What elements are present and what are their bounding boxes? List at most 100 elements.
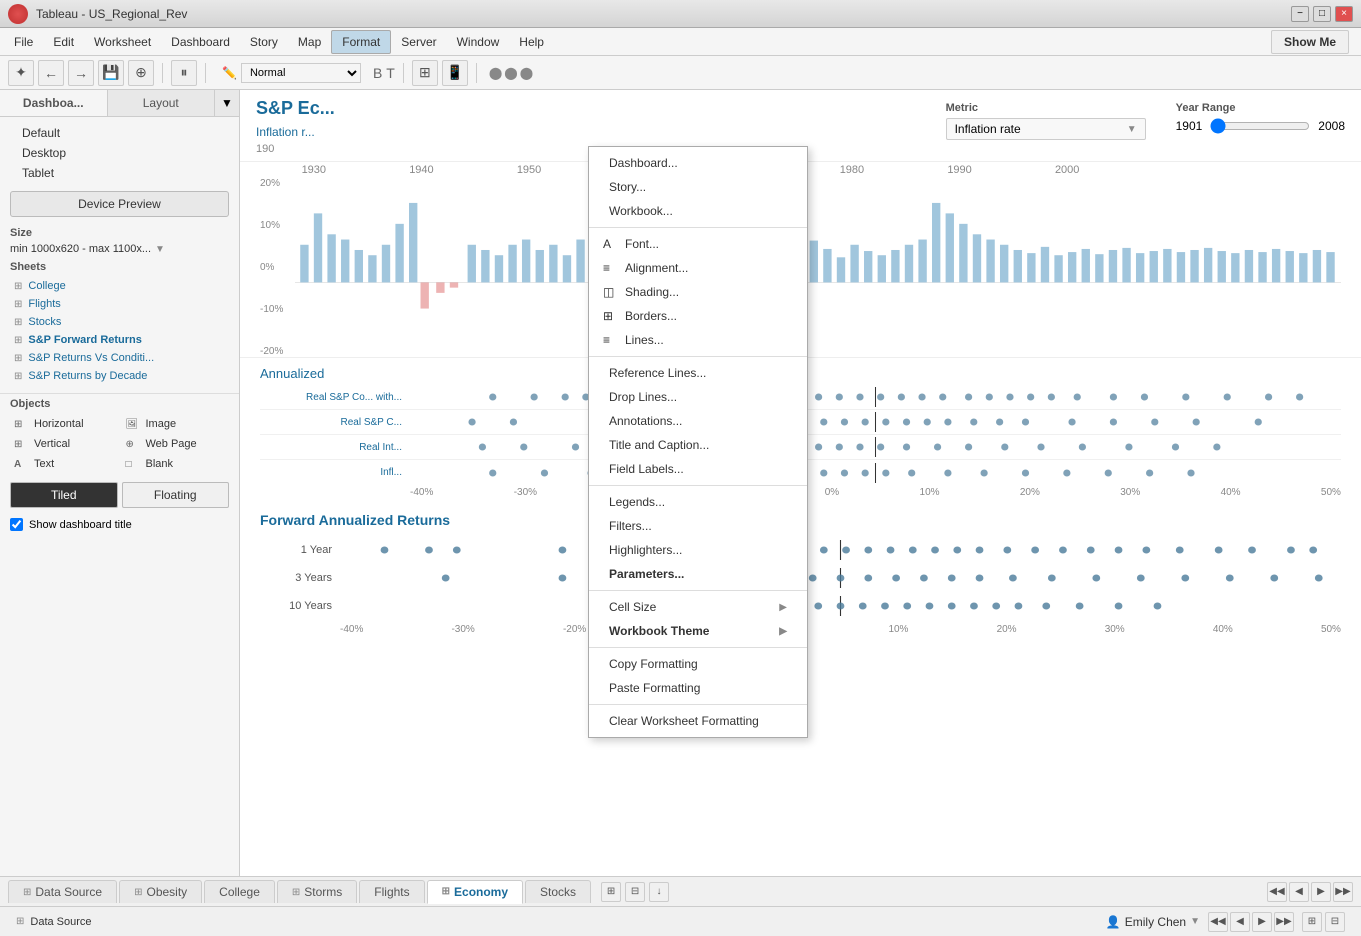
grid-view-btn[interactable]: ⊞ <box>1302 912 1322 932</box>
year-range-controls: 1901 2008 <box>1176 118 1345 134</box>
sidebar-tab-dashboard[interactable]: Dashboa... <box>0 90 108 116</box>
status-nav-first[interactable]: ◀◀ <box>1208 912 1228 932</box>
strip-svg-1 <box>410 387 1341 407</box>
menu-item-filters[interactable]: Filters... <box>589 514 807 538</box>
object-horizontal[interactable]: ⊞ Horizontal <box>10 416 118 432</box>
menu-help[interactable]: Help <box>509 31 554 53</box>
tab-economy[interactable]: ⊞ Economy <box>427 880 523 904</box>
table-btn[interactable]: ⊞ <box>412 60 438 86</box>
status-nav-last[interactable]: ▶▶ <box>1274 912 1294 932</box>
sheet-sp-returns-decade[interactable]: ⊞ S&P Returns by Decade <box>10 367 229 385</box>
minimize-button[interactable]: − <box>1291 6 1309 22</box>
redo-button[interactable]: → <box>68 60 94 86</box>
format-select[interactable]: Normal <box>241 63 361 83</box>
phone-btn[interactable]: 📱 <box>442 60 468 86</box>
object-webpage[interactable]: ⊕ Web Page <box>122 436 230 452</box>
metric-select[interactable]: Inflation rate ▼ <box>946 118 1146 140</box>
menu-item-drop-lines[interactable]: Drop Lines... <box>589 385 807 409</box>
nav-last-btn[interactable]: ▶▶ <box>1333 882 1353 902</box>
bold-btn[interactable]: B <box>373 65 382 81</box>
filmstrip-view-btn[interactable]: ⊟ <box>1325 912 1345 932</box>
object-image[interactable]: 🖼 Image <box>122 416 230 432</box>
status-nav-next[interactable]: ▶ <box>1252 912 1272 932</box>
tab-down-btn[interactable]: ↓ <box>649 882 669 902</box>
menu-server[interactable]: Server <box>391 31 446 53</box>
menu-item-workbook-theme[interactable]: Workbook Theme ▶ <box>589 619 807 643</box>
sheet-flights[interactable]: ⊞ Flights <box>10 295 229 313</box>
menu-item-dashboard[interactable]: Dashboard... <box>589 151 807 175</box>
app-logo <box>8 4 28 24</box>
italic-btn[interactable]: T <box>386 65 395 81</box>
menu-item-paste-formatting[interactable]: Paste Formatting <box>589 676 807 700</box>
nav-first-btn[interactable]: ◀◀ <box>1267 882 1287 902</box>
maximize-button[interactable]: □ <box>1313 6 1331 22</box>
new-button[interactable]: ✦ <box>8 60 34 86</box>
pause-button[interactable]: ⏸ <box>171 60 197 86</box>
object-text[interactable]: A Text <box>10 456 118 472</box>
show-me-button[interactable]: Show Me <box>1271 30 1349 54</box>
menu-sep-4 <box>589 590 807 591</box>
close-button[interactable]: × <box>1335 6 1353 22</box>
tab-action-btn[interactable]: ⊟ <box>625 882 645 902</box>
inflation-y-axis: 20% 10% 0% -10% -20% <box>260 178 300 357</box>
menu-map[interactable]: Map <box>288 31 331 53</box>
save-button[interactable]: 💾 <box>98 60 124 86</box>
device-preview-button[interactable]: Device Preview <box>10 191 229 217</box>
undo-button[interactable]: ← <box>38 60 64 86</box>
menu-dashboard[interactable]: Dashboard <box>161 31 240 53</box>
device-desktop[interactable]: Desktop <box>10 143 229 163</box>
sheet-sp-forward[interactable]: ⊞ S&P Forward Returns <box>10 331 229 349</box>
menu-edit[interactable]: Edit <box>43 31 84 53</box>
menu-item-title-caption[interactable]: Title and Caption... <box>589 433 807 457</box>
sheet-stocks-label: Stocks <box>28 316 61 328</box>
tab-college[interactable]: College <box>204 880 275 903</box>
menu-file[interactable]: File <box>4 31 43 53</box>
sheet-stocks[interactable]: ⊞ Stocks <box>10 313 229 331</box>
size-dropdown-icon[interactable]: ▼ <box>155 244 165 255</box>
menu-window[interactable]: Window <box>447 31 510 53</box>
tab-capture-btn[interactable]: ⊞ <box>601 882 621 902</box>
menu-item-clear-formatting[interactable]: Clear Worksheet Formatting <box>589 709 807 733</box>
menu-item-legends[interactable]: Legends... <box>589 490 807 514</box>
menu-item-font[interactable]: AFont... <box>589 232 807 256</box>
datasource-status[interactable]: ⊞ Data Source <box>16 916 92 928</box>
menu-format[interactable]: Format <box>331 30 391 54</box>
nav-prev-btn[interactable]: ◀ <box>1289 882 1309 902</box>
status-nav-prev[interactable]: ◀ <box>1230 912 1250 932</box>
menu-item-alignment[interactable]: ≡Alignment... <box>589 256 807 280</box>
user-dropdown-icon[interactable]: ▼ <box>1190 916 1200 927</box>
menu-item-field-labels[interactable]: Field Labels... <box>589 457 807 481</box>
tab-obesity[interactable]: ⊞ Obesity <box>119 880 202 903</box>
floating-button[interactable]: Floating <box>122 482 230 508</box>
sheet-sp-returns-vs[interactable]: ⊞ S&P Returns Vs Conditi... <box>10 349 229 367</box>
tab-storms[interactable]: ⊞ Storms <box>277 880 357 903</box>
menu-story[interactable]: Story <box>240 31 288 53</box>
menu-item-lines[interactable]: ≡Lines... <box>589 328 807 352</box>
menu-item-borders[interactable]: ⊞Borders... <box>589 304 807 328</box>
nav-next-btn[interactable]: ▶ <box>1311 882 1331 902</box>
menu-item-parameters[interactable]: Parameters... <box>589 562 807 586</box>
menu-item-cell-size[interactable]: Cell Size ▶ <box>589 595 807 619</box>
sidebar-tab-layout[interactable]: Layout <box>108 90 216 116</box>
menu-item-copy-formatting[interactable]: Copy Formatting <box>589 652 807 676</box>
show-title-checkbox[interactable] <box>10 518 23 531</box>
tab-stocks[interactable]: Stocks <box>525 880 591 903</box>
menu-item-annotations[interactable]: Annotations... <box>589 409 807 433</box>
menu-item-reference-lines[interactable]: Reference Lines... <box>589 361 807 385</box>
menu-item-story[interactable]: Story... <box>589 175 807 199</box>
menu-item-workbook[interactable]: Workbook... <box>589 199 807 223</box>
tab-datasource[interactable]: ⊞ Data Source <box>8 880 117 903</box>
year-range-slider[interactable] <box>1210 118 1310 134</box>
tiled-button[interactable]: Tiled <box>10 482 118 508</box>
add-data-button[interactable]: ⊕ <box>128 60 154 86</box>
sidebar-tab-dropdown[interactable]: ▼ <box>215 90 239 116</box>
menu-item-highlighters[interactable]: Highlighters... <box>589 538 807 562</box>
object-vertical[interactable]: ⊞ Vertical <box>10 436 118 452</box>
sheet-college[interactable]: ⊞ College <box>10 277 229 295</box>
device-default[interactable]: Default <box>10 123 229 143</box>
menu-item-shading[interactable]: ◫Shading... <box>589 280 807 304</box>
tab-flights[interactable]: Flights <box>359 880 424 903</box>
object-blank[interactable]: □ Blank <box>122 456 230 472</box>
menu-worksheet[interactable]: Worksheet <box>84 31 161 53</box>
device-tablet[interactable]: Tablet <box>10 163 229 183</box>
